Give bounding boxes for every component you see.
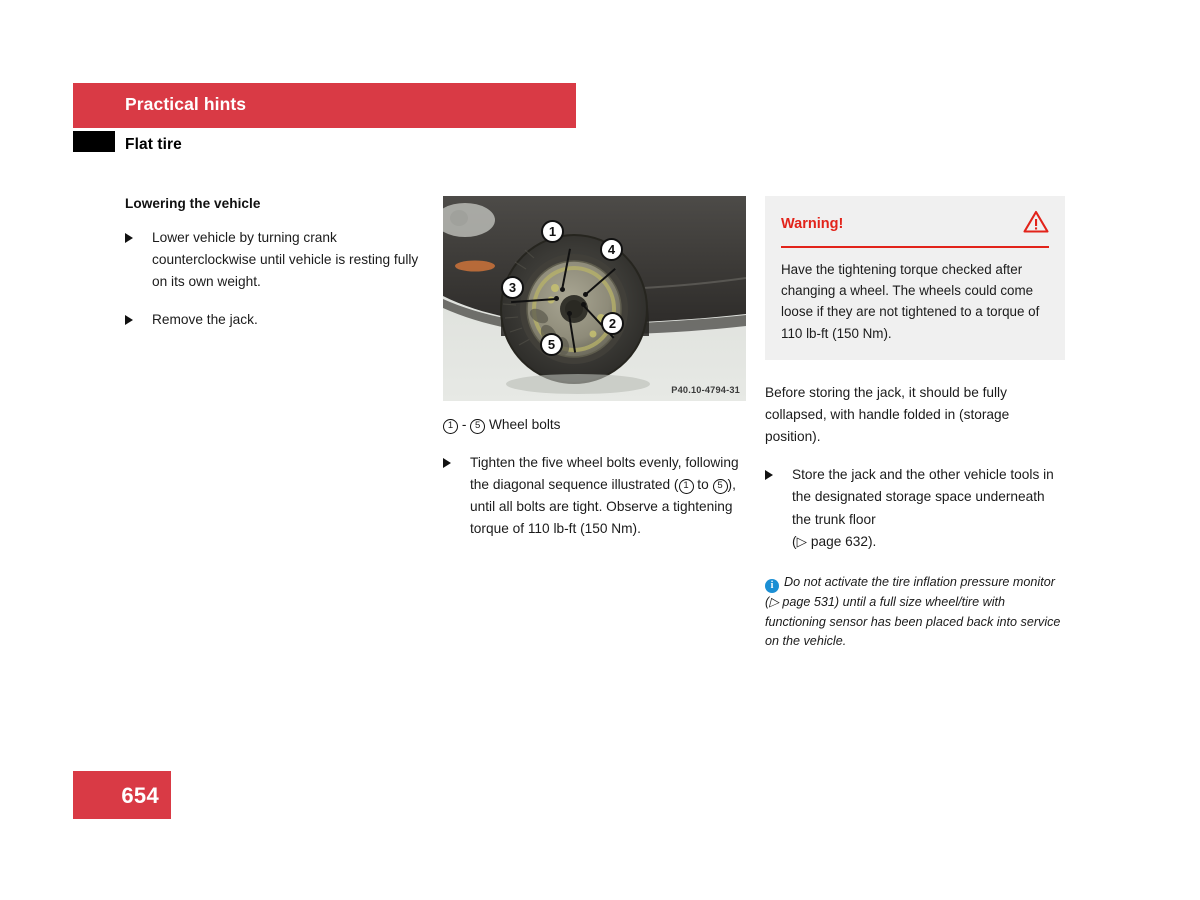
list-item-text-part-2: to [693,477,713,493]
callout-3: 3 [501,276,524,299]
bolt-dot-2 [581,302,586,307]
page-number-box: 654 [73,771,171,819]
bolt-dot-5 [567,311,572,316]
inline-number-1: 1 [678,479,694,495]
bullet-triangle-icon [125,233,133,243]
figure-illustration [443,196,746,401]
list-item: Lower vehicle by turning crank countercl… [125,227,425,294]
section-title: Flat tire [125,136,182,153]
legend-text: Wheel bolts [489,417,561,432]
bullet-triangle-icon [443,457,451,468]
callout-1: 1 [541,220,564,243]
legend-number-to: 5 [470,419,486,434]
list-item-text: Remove the jack. [152,311,258,327]
section-marker-block [73,131,115,152]
page-reference-arrow-icon: ▷ [796,533,808,549]
info-icon: i [765,579,779,593]
page-reference-link[interactable]: page 531 [779,595,835,609]
bullet-triangle-icon [125,314,133,325]
warning-header: Warning! [781,210,1049,248]
warning-body-text: Have the tightening torque checked after… [781,262,1040,341]
legend-number-from: 1 [443,419,458,434]
warning-title: Warning! [781,216,844,232]
xref-close-paren: ). [868,533,877,549]
page-number: 654 [121,783,159,808]
page-reference-arrow-icon: ▷ [769,595,779,609]
list-item-text: Store the jack and the other vehicle too… [792,467,1054,527]
wheel-bolt-figure: 1 4 3 2 5 P40.10-4794-31 [443,196,746,401]
list-item-text: Lower vehicle by turning crank countercl… [152,230,419,290]
callout-5: 5 [540,333,563,356]
figure-legend: 1 - 5 Wheel bolts [443,414,748,436]
warning-callout-box: Warning! Have the tightening torque chec… [765,196,1065,360]
page-reference-link[interactable]: page 632 [807,534,868,549]
bolt-dot-1 [560,287,565,292]
info-note: i Do not activate the tire inflation pres… [765,573,1065,652]
list-item: Remove the jack. [125,309,425,331]
bolt-dot-3 [554,296,559,301]
bolt-dot-4 [583,292,588,297]
practical-hints-header-bar: Practical hints [73,83,576,128]
figure-reference-number: P40.10-4794-31 [671,385,740,395]
bullet-triangle-icon [765,470,773,481]
inline-number-5: 5 [712,479,728,495]
callout-4: 4 [600,238,623,261]
callout-2: 2 [601,312,624,335]
list-item: Store the jack and the other vehicle too… [765,464,1065,553]
middle-column: 1 4 3 2 5 P40.10-4794-31 1 - 5 Wheel bol… [443,196,748,556]
right-column: Warning! Have the tightening torque chec… [765,196,1065,652]
warning-triangle-icon [1023,210,1049,238]
list-item: Tighten the five wheel bolts evenly, fol… [443,452,748,541]
page-title: Practical hints [125,94,247,114]
left-section-heading: Lowering the vehicle [125,196,261,211]
right-paragraph: Before storing the jack, it should be fu… [765,384,1010,445]
left-column: Lowering the vehicle Lower vehicle by tu… [125,196,425,346]
legend-dash: - [461,417,467,432]
